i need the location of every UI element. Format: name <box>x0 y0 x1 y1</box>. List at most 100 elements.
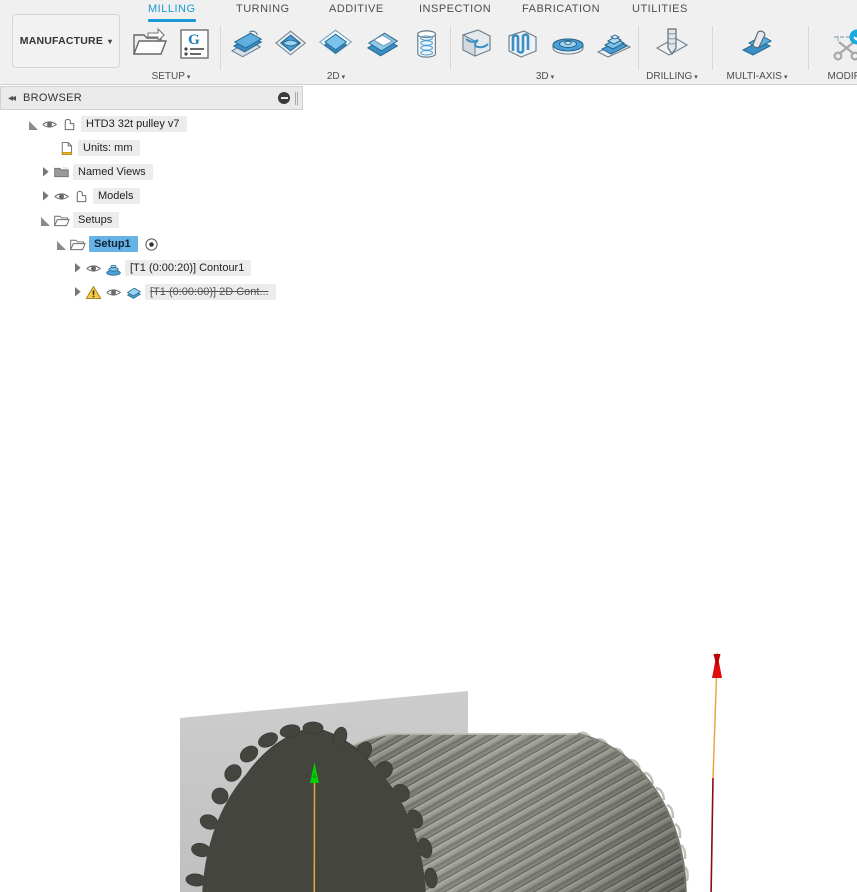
setup-folder-icon <box>69 239 86 250</box>
units-document-icon <box>61 141 73 155</box>
eye-icon[interactable] <box>53 188 70 205</box>
2d-adaptive-icon[interactable] <box>271 24 310 64</box>
tab-turning-label: TURNING <box>236 3 290 15</box>
tab-utilities[interactable]: UTILITIES <box>632 3 688 15</box>
chevron-down-icon: ▾ <box>550 74 555 81</box>
tab-utilities-label: UTILITIES <box>632 3 688 15</box>
tree-label-models[interactable]: Models <box>93 188 141 204</box>
setup-folder-icon[interactable] <box>128 24 168 64</box>
tree-row-named-views[interactable]: Named Views <box>0 160 303 184</box>
expand-toggle-icon[interactable] <box>28 118 41 131</box>
panel-setup: G SETUP ▾ <box>128 22 214 84</box>
panel-divider <box>220 26 221 70</box>
3d-viewport-canvas[interactable] <box>0 310 857 892</box>
ribbon-toolbar: MANUFACTURE ▾ MILLING TURNING ADDITIVE I… <box>0 0 857 85</box>
fusion360-manufacture-window: MANUFACTURE ▾ MILLING TURNING ADDITIVE I… <box>0 0 857 892</box>
chevron-down-icon: ▾ <box>783 74 788 81</box>
svg-text:G: G <box>188 32 200 48</box>
panel-multi-axis-label[interactable]: MULTI-AXIS ▾ <box>716 71 798 82</box>
drill-icon[interactable] <box>652 24 692 64</box>
bore-icon[interactable] <box>407 24 446 64</box>
panel-divider <box>638 26 639 70</box>
multi-axis-contour-icon[interactable] <box>737 24 777 64</box>
named-views-folder-icon <box>54 166 69 177</box>
chevron-down-icon: ▾ <box>694 74 698 81</box>
browser-tree: HTD3 32t pulley v7 Units: mm Named Views <box>0 112 303 304</box>
tree-row-2d-contour[interactable]: [T1 (0:00:00)] 2D Cont... <box>0 280 303 304</box>
expand-toggle-icon[interactable] <box>72 286 85 299</box>
workspace-switcher-label: MANUFACTURE <box>19 35 104 47</box>
activate-setup-target-icon[interactable] <box>144 237 159 252</box>
collapse-panel-icon[interactable]: ◂◂ <box>8 93 16 104</box>
panel-2d-label[interactable]: 2D ▾ <box>226 71 446 82</box>
toolpath-plunge-move <box>710 777 714 892</box>
panel-divider <box>712 26 713 70</box>
expand-toggle-icon[interactable] <box>56 238 69 251</box>
eye-icon[interactable] <box>41 116 58 133</box>
expand-toggle-icon[interactable] <box>72 262 85 275</box>
contour-op-icon <box>106 264 121 276</box>
tab-milling[interactable]: MILLING <box>148 3 196 22</box>
contour-3d-icon[interactable] <box>548 24 588 64</box>
tab-milling-label: MILLING <box>148 3 196 15</box>
tree-row-document[interactable]: HTD3 32t pulley v7 <box>0 112 303 136</box>
tree-label-contour1[interactable]: [T1 (0:00:20)] Contour1 <box>125 260 252 276</box>
tab-inspection-label: INSPECTION <box>419 3 492 15</box>
eye-icon[interactable] <box>85 260 102 277</box>
warning-icon[interactable] <box>85 284 102 301</box>
tree-row-units[interactable]: Units: mm <box>0 136 303 160</box>
tab-additive[interactable]: ADDITIVE <box>329 3 384 15</box>
face-icon[interactable] <box>226 24 265 64</box>
expand-toggle-icon[interactable] <box>40 190 53 203</box>
2d-pocket-icon[interactable] <box>316 24 355 64</box>
workspace-switcher-button[interactable]: MANUFACTURE ▾ <box>12 14 120 68</box>
ramp-icon[interactable] <box>594 24 634 64</box>
tree-row-setups[interactable]: Setups <box>0 208 303 232</box>
toolpath-rapid-move <box>712 661 718 779</box>
z-axis-line <box>313 779 316 892</box>
browser-title: BROWSER <box>23 92 82 104</box>
chevron-down-icon: ▾ <box>108 36 113 46</box>
panel-resize-grip[interactable] <box>295 91 298 105</box>
minus-circle-icon[interactable] <box>278 92 290 104</box>
post-process-g-icon[interactable]: G <box>174 24 214 64</box>
panel-3d-label[interactable]: 3D ▾ <box>455 71 635 82</box>
tree-row-contour1[interactable]: [T1 (0:00:20)] Contour1 <box>0 256 303 280</box>
viewport-scene <box>180 652 722 892</box>
3d-adaptive-icon[interactable] <box>456 24 496 64</box>
document-body-icon <box>64 118 75 130</box>
tree-row-models[interactable]: Models <box>0 184 303 208</box>
tree-label-2d-contour[interactable]: [T1 (0:00:00)] 2D Cont... <box>145 284 276 300</box>
panel-drilling: DRILLING ▾ <box>642 22 702 84</box>
tree-label-setup1[interactable]: Setup1 <box>89 236 138 252</box>
eye-icon[interactable] <box>105 284 122 301</box>
trim-scissors-icon[interactable] <box>827 24 857 64</box>
panel-modify-label[interactable]: MODIFY <box>812 71 857 82</box>
models-body-icon <box>76 190 87 202</box>
2d-contour-op-icon <box>126 287 142 299</box>
chevron-down-icon: ▾ <box>341 74 346 81</box>
tab-inspection[interactable]: INSPECTION <box>419 3 491 15</box>
panel-drilling-label[interactable]: DRILLING ▾ <box>642 71 702 82</box>
tree-label-named-views[interactable]: Named Views <box>73 164 153 180</box>
tab-turning[interactable]: TURNING <box>236 3 290 15</box>
browser-panel-header: ◂◂ BROWSER <box>0 86 303 110</box>
parallel-icon[interactable] <box>502 24 542 64</box>
tree-label-units[interactable]: Units: mm <box>78 140 140 156</box>
tree-label-setups[interactable]: Setups <box>73 212 120 228</box>
panel-multi-axis: MULTI-AXIS ▾ <box>716 22 798 84</box>
panel-divider <box>450 26 451 70</box>
panel-2d: 2D ▾ <box>226 22 446 84</box>
chevron-down-icon: ▾ <box>186 74 191 81</box>
panel-3d: 3D ▾ <box>455 22 635 84</box>
tree-row-setup1[interactable]: Setup1 <box>0 232 303 256</box>
tab-fabrication[interactable]: FABRICATION <box>522 3 600 15</box>
setups-folder-icon <box>53 215 70 226</box>
panel-divider <box>808 26 809 70</box>
tree-label-document[interactable]: HTD3 32t pulley v7 <box>81 116 187 132</box>
expand-toggle-icon[interactable] <box>40 214 53 227</box>
tab-additive-label: ADDITIVE <box>329 3 384 15</box>
panel-setup-label[interactable]: SETUP ▾ <box>128 71 214 82</box>
2d-contour-icon[interactable] <box>362 24 401 64</box>
expand-toggle-icon[interactable] <box>40 166 53 179</box>
